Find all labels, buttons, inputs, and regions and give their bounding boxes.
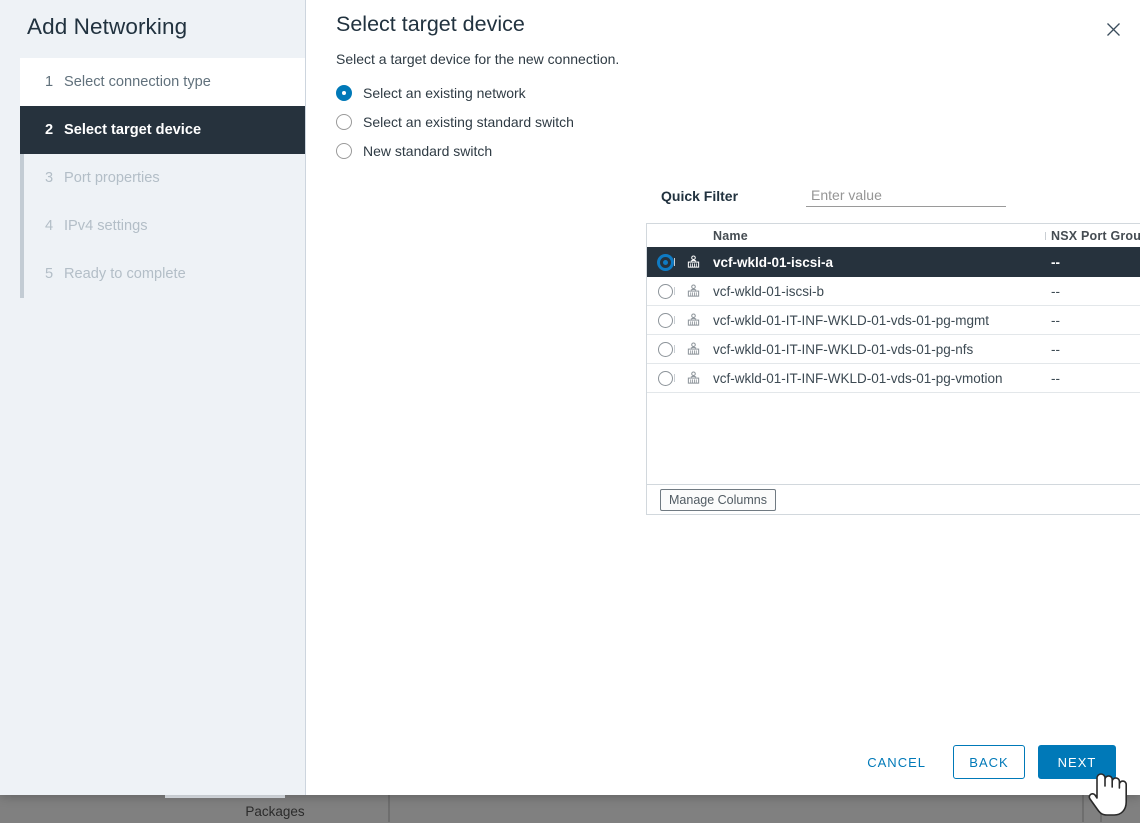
back-button[interactable]: BACK: [953, 745, 1025, 779]
quick-filter-bar: Quick Filter: [661, 185, 1006, 207]
radio-existing-standard-switch-mark: [336, 114, 352, 130]
background-divider: [388, 795, 390, 822]
sidebar-step-1-label: Select connection type: [64, 74, 211, 90]
row-name: vcf-wkld-01-IT-INF-WKLD-01-vds-01-pg-nfs: [703, 342, 1046, 357]
sidebar-step-3-number: 3: [45, 170, 61, 186]
row-name: vcf-wkld-01-iscsi-a: [703, 255, 1046, 270]
sidebar-step-5-number: 5: [45, 266, 61, 282]
row-nsx-port-group-id: --: [1046, 284, 1140, 299]
sidebar-step-2-number: 2: [45, 122, 61, 138]
sidebar-step-1[interactable]: 1 Select connection type: [20, 58, 305, 106]
wizard-step-list: 1 Select connection type 2 Select target…: [0, 58, 305, 298]
table-row[interactable]: vcf-wkld-01-IT-INF-WKLD-01-vds-01-pg-nfs…: [647, 335, 1140, 364]
quick-filter-label: Quick Filter: [661, 188, 738, 204]
table-row[interactable]: vcf-wkld-01-iscsi-b -- vcf-wkld-01-IT-IN…: [647, 277, 1140, 306]
radio-existing-network-label: Select an existing network: [363, 85, 526, 101]
table-row[interactable]: vcf-wkld-01-IT-INF-WKLD-01-vds-01-pg-mgm…: [647, 306, 1140, 335]
sidebar-step-2[interactable]: 2 Select target device: [20, 106, 305, 154]
table-footer: Manage Columns 5 items: [647, 484, 1140, 514]
manage-columns-button[interactable]: Manage Columns: [660, 489, 776, 511]
table-row[interactable]: vcf-wkld-01-iscsi-a -- vcf-wkld-01-IT-IN…: [647, 248, 1140, 277]
table-header-name[interactable]: Name: [703, 229, 1046, 243]
cancel-button[interactable]: CANCEL: [853, 745, 940, 779]
wizard-content: Select target device Select a target dev…: [306, 0, 1140, 795]
row-nsx-port-group-id: --: [1046, 255, 1140, 270]
background-packages-label: Packages: [160, 802, 390, 822]
sidebar-step-4-number: 4: [45, 218, 61, 234]
page-subtitle: Select a target device for the new conne…: [336, 51, 619, 67]
table-row[interactable]: vcf-wkld-01-IT-INF-WKLD-01-vds-01-pg-vmo…: [647, 364, 1140, 393]
sidebar-step-5-label: Ready to complete: [64, 266, 186, 282]
radio-existing-standard-switch[interactable]: Select an existing standard switch: [336, 107, 574, 136]
page-title: Select target device: [336, 12, 525, 37]
close-icon[interactable]: [1098, 14, 1128, 44]
sidebar-step-4: 4 IPv4 settings: [20, 202, 305, 250]
add-networking-wizard: Add Networking 1 Select connection type …: [0, 0, 1140, 795]
row-nsx-port-group-id: --: [1046, 313, 1140, 328]
sidebar-step-5: 5 Ready to complete: [20, 250, 305, 298]
sidebar-step-3-label: Port properties: [64, 170, 160, 186]
target-device-table: Name NSX Port Group ID Distributed Switc…: [646, 223, 1140, 515]
sidebar-step-3: 3 Port properties: [20, 154, 305, 202]
next-button[interactable]: NEXT: [1038, 745, 1116, 779]
port-group-icon: [683, 313, 703, 327]
radio-new-standard-switch-mark: [336, 143, 352, 159]
row-select-radio[interactable]: [647, 342, 683, 357]
sidebar-step-4-label: IPv4 settings: [64, 218, 148, 234]
background-divider: [1082, 795, 1084, 822]
table-header-nsx-port-group-id[interactable]: NSX Port Group ID: [1046, 229, 1140, 243]
quick-filter-input[interactable]: [806, 185, 1006, 207]
wizard-footer: CANCEL BACK NEXT: [853, 745, 1116, 779]
table-header-row: Name NSX Port Group ID Distributed Switc…: [647, 224, 1140, 248]
radio-existing-network-mark: [336, 85, 352, 101]
wizard-sidebar: Add Networking 1 Select connection type …: [0, 0, 306, 795]
port-group-icon: [683, 371, 703, 385]
port-group-icon: [683, 255, 703, 269]
sidebar-step-1-number: 1: [45, 74, 61, 90]
sidebar-step-2-label: Select target device: [64, 122, 201, 138]
table-body: vcf-wkld-01-iscsi-a -- vcf-wkld-01-IT-IN…: [647, 248, 1140, 484]
port-group-icon: [683, 342, 703, 356]
wizard-title: Add Networking: [0, 0, 305, 58]
radio-new-standard-switch[interactable]: New standard switch: [336, 136, 574, 165]
background-divider: [1100, 795, 1102, 822]
row-nsx-port-group-id: --: [1046, 371, 1140, 386]
radio-existing-network[interactable]: Select an existing network: [336, 78, 574, 107]
row-select-radio[interactable]: [647, 255, 683, 270]
radio-new-standard-switch-label: New standard switch: [363, 143, 492, 159]
target-device-radio-group: Select an existing network Select an exi…: [336, 78, 574, 165]
row-select-radio[interactable]: [647, 284, 683, 299]
row-name: vcf-wkld-01-IT-INF-WKLD-01-vds-01-pg-mgm…: [703, 313, 1046, 328]
row-select-radio[interactable]: [647, 371, 683, 386]
row-select-radio[interactable]: [647, 313, 683, 328]
row-name: vcf-wkld-01-IT-INF-WKLD-01-vds-01-pg-vmo…: [703, 371, 1046, 386]
row-name: vcf-wkld-01-iscsi-b: [703, 284, 1046, 299]
row-nsx-port-group-id: --: [1046, 342, 1140, 357]
radio-existing-standard-switch-label: Select an existing standard switch: [363, 114, 574, 130]
port-group-icon: [683, 284, 703, 298]
